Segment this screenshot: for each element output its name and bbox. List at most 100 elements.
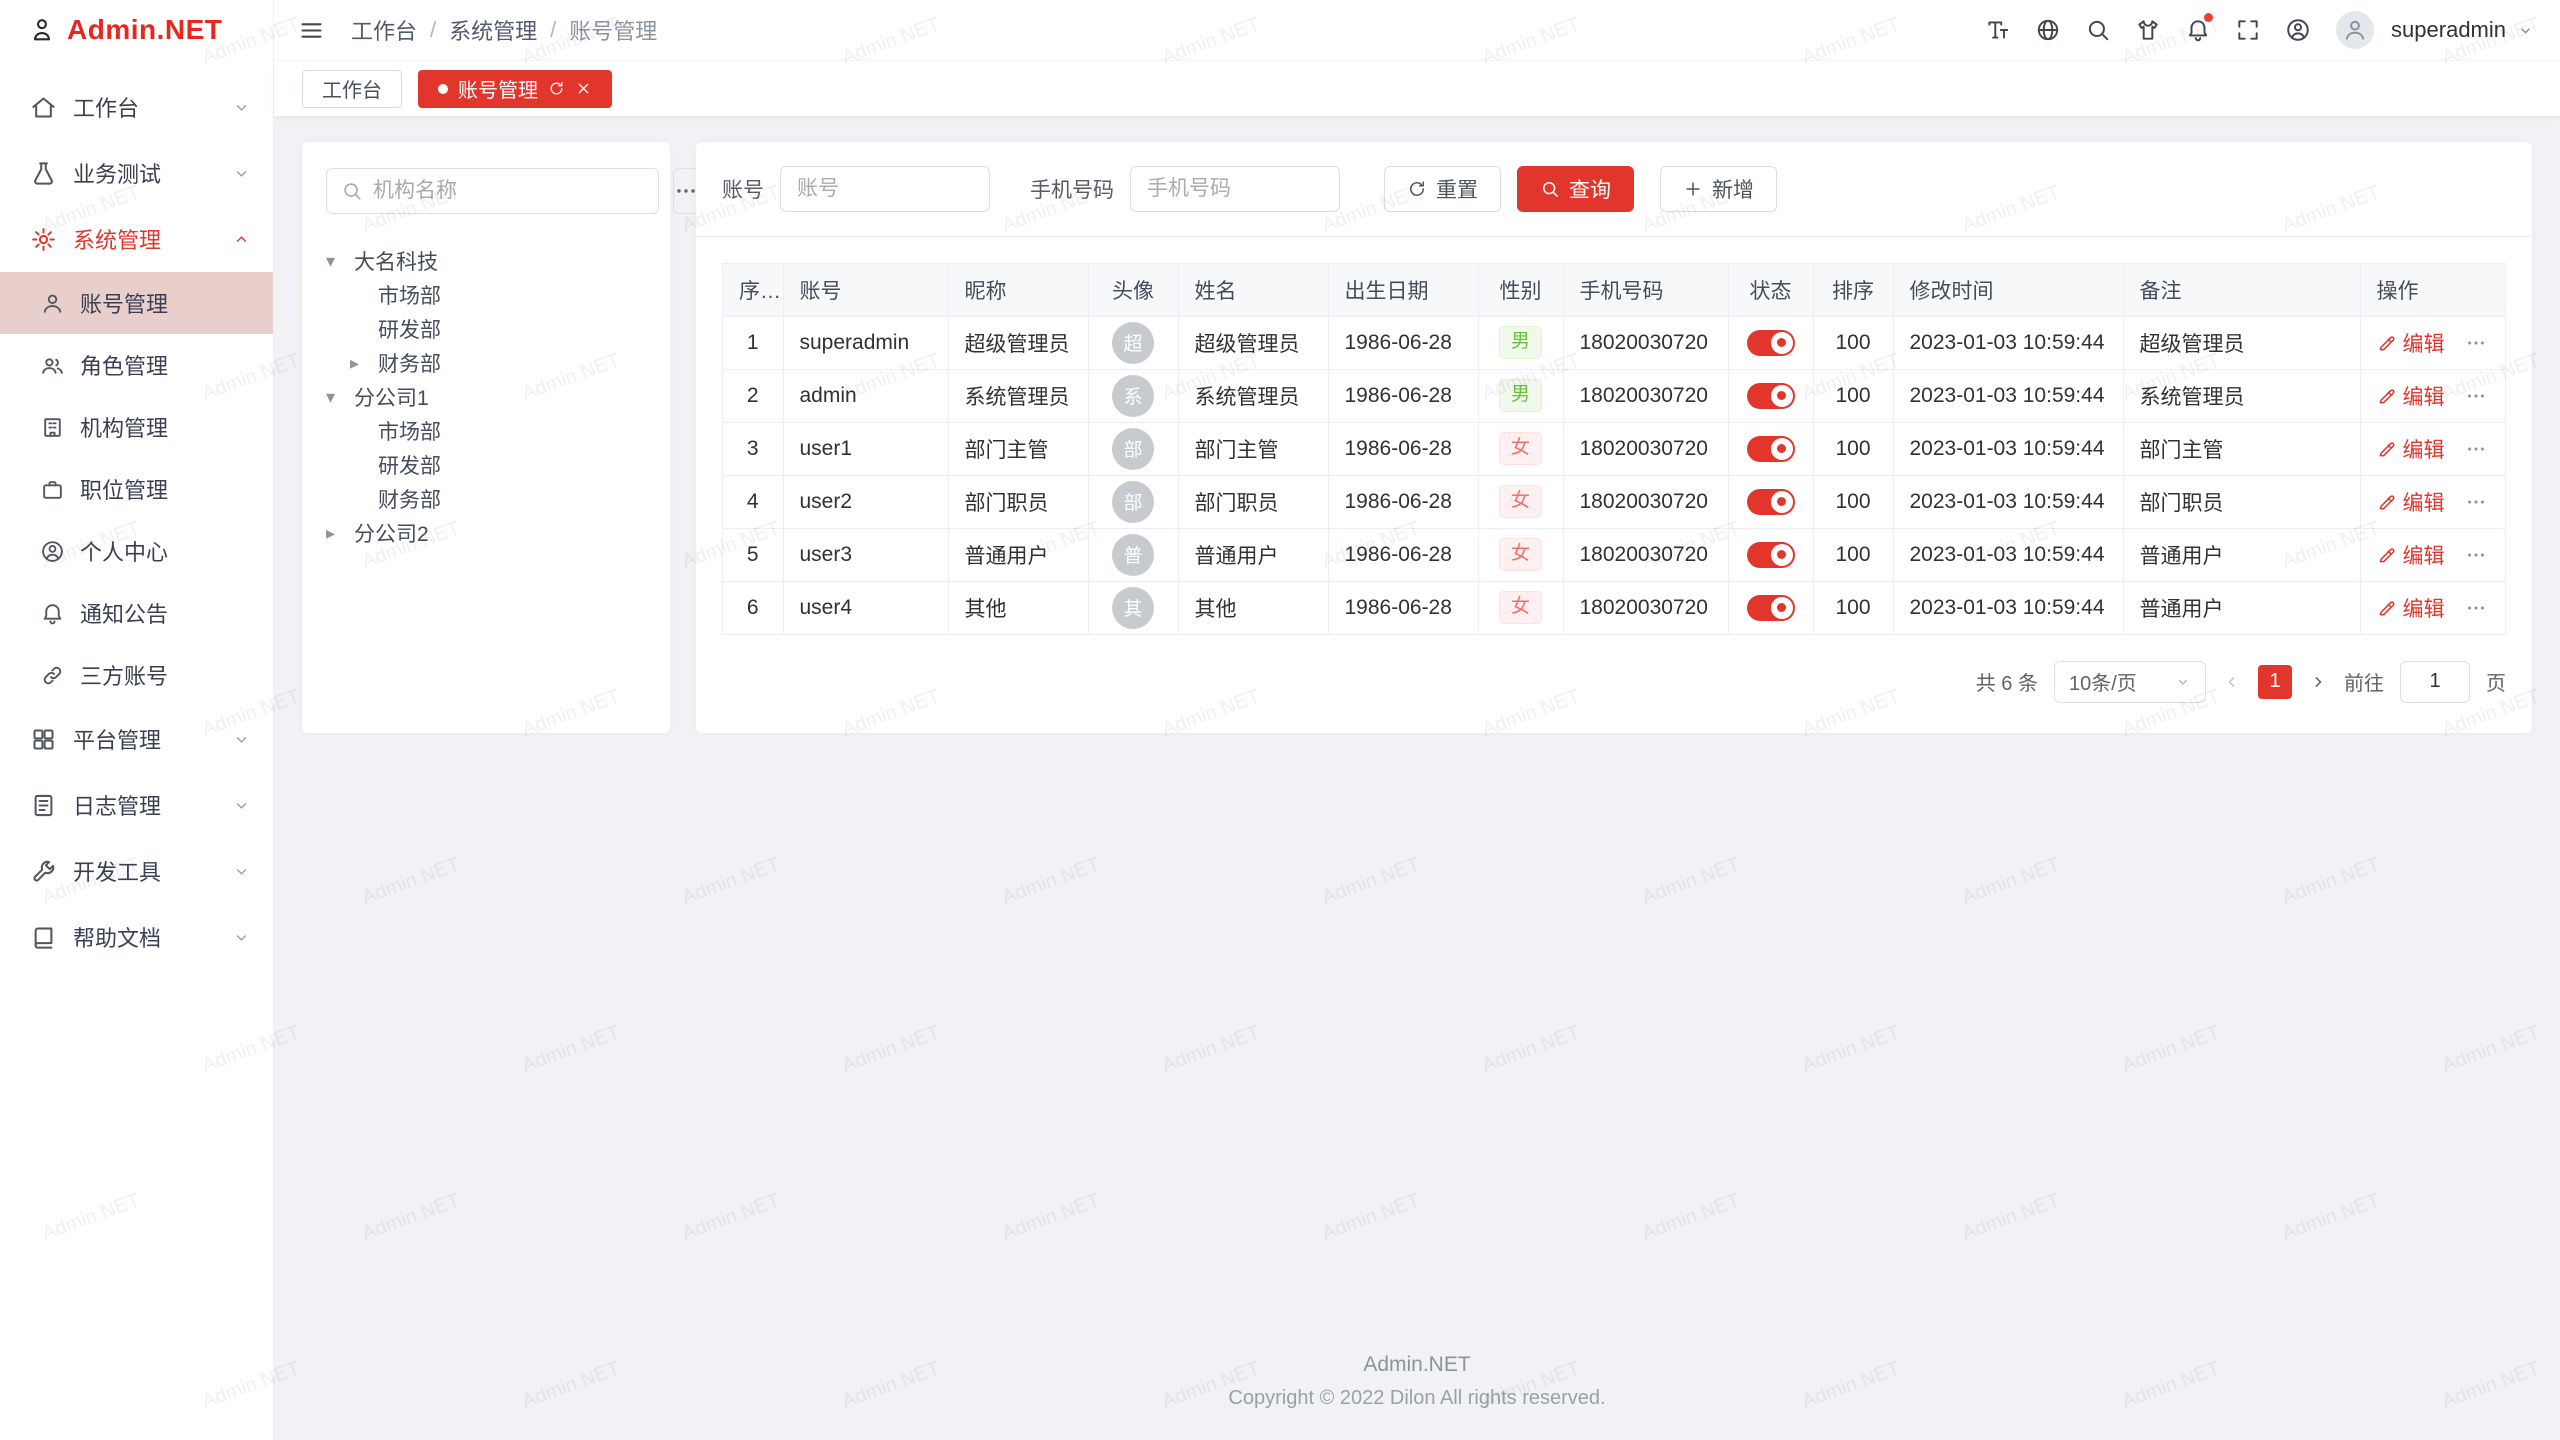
tree-node[interactable]: ▾大名科技 [326, 244, 646, 278]
cell-name: 部门职员 [1178, 475, 1328, 528]
cell-avatar: 部 [1088, 422, 1178, 475]
more-actions-button[interactable] [2465, 597, 2487, 619]
tree-node[interactable]: ▸分公司2 [326, 516, 646, 550]
sidebar-item-platform[interactable]: 平台管理 [0, 706, 273, 772]
more-actions-button[interactable] [2465, 438, 2487, 460]
theme-icon[interactable] [2126, 8, 2170, 52]
col-account: 账号 [783, 264, 948, 316]
sidebar-subitem-personal-center[interactable]: 个人中心 [0, 520, 273, 582]
row-avatar: 系 [1112, 375, 1154, 417]
sidebar-subitem-third-party-account[interactable]: 三方账号 [0, 644, 273, 706]
table-row: 3user1部门主管部部门主管1986-06-28女18020030720100… [723, 422, 2505, 475]
more-actions-button[interactable] [2465, 332, 2487, 354]
sidebar-item-help-docs[interactable]: 帮助文档 [0, 904, 273, 970]
edit-button-label: 编辑 [2403, 381, 2445, 411]
more-actions-button[interactable] [2465, 385, 2487, 407]
edit-button[interactable]: 编辑 [2377, 593, 2445, 623]
tree-node[interactable]: 研发部 [326, 448, 646, 482]
row-avatar: 普 [1112, 534, 1154, 576]
notification-icon[interactable] [2176, 8, 2220, 52]
cell-sort: 100 [1813, 316, 1893, 369]
cell-account: superadmin [783, 316, 948, 369]
cell-sort: 100 [1813, 581, 1893, 634]
status-toggle[interactable] [1747, 542, 1795, 568]
edit-button[interactable]: 编辑 [2377, 381, 2445, 411]
edit-button[interactable]: 编辑 [2377, 434, 2445, 464]
cell-avatar: 部 [1088, 475, 1178, 528]
breadcrumb-item-workbench[interactable]: 工作台 [351, 14, 417, 46]
doc-icon [30, 924, 57, 951]
tree-node[interactable]: 市场部 [326, 414, 646, 448]
org-search-input[interactable] [373, 179, 644, 203]
gender-badge: 女 [1499, 485, 1542, 518]
sidebar-item-business-test[interactable]: 业务测试 [0, 140, 273, 206]
font-size-icon[interactable] [1976, 8, 2020, 52]
search-icon [1540, 179, 1560, 199]
tree-node[interactable]: ▸财务部 [326, 346, 646, 380]
status-toggle[interactable] [1747, 595, 1795, 621]
sidebar-item-log[interactable]: 日志管理 [0, 772, 273, 838]
globe-icon[interactable] [2026, 8, 2070, 52]
edit-icon [2377, 545, 2397, 565]
status-toggle[interactable] [1747, 383, 1795, 409]
cell-status [1728, 528, 1813, 581]
search-button[interactable]: 查询 [1517, 166, 1634, 212]
phone-filter-input[interactable] [1130, 166, 1340, 212]
status-toggle[interactable] [1747, 330, 1795, 356]
goto-page-input[interactable] [2400, 661, 2470, 703]
breadcrumb-item-system[interactable]: 系统管理 [449, 14, 537, 46]
sidebar-subitem-role[interactable]: 角色管理 [0, 334, 273, 396]
col-phone: 手机号码 [1563, 264, 1728, 316]
tree-node[interactable]: 财务部 [326, 482, 646, 516]
profile-icon[interactable] [2276, 8, 2320, 52]
chevron-down-icon[interactable] [2517, 22, 2534, 39]
reset-button[interactable]: 重置 [1384, 166, 1501, 212]
edit-button-label: 编辑 [2403, 434, 2445, 464]
tree-node[interactable]: 研发部 [326, 312, 646, 346]
cell-name: 超级管理员 [1178, 316, 1328, 369]
add-button[interactable]: 新增 [1660, 166, 1777, 212]
sidebar-item-label: 系统管理 [73, 223, 232, 255]
next-page-button[interactable] [2308, 672, 2328, 692]
sidebar-subitem-account[interactable]: 账号管理 [0, 272, 273, 334]
sidebar-item-dev-tools[interactable]: 开发工具 [0, 838, 273, 904]
status-toggle[interactable] [1747, 436, 1795, 462]
search-icon[interactable] [2076, 8, 2120, 52]
more-actions-button[interactable] [2465, 544, 2487, 566]
sidebar-subitem-notice[interactable]: 通知公告 [0, 582, 273, 644]
refresh-tab-icon[interactable] [548, 80, 565, 97]
sidebar-item-workbench[interactable]: 工作台 [0, 74, 273, 140]
sidebar-subitem-org[interactable]: 机构管理 [0, 396, 273, 458]
sidebar-subitem-post[interactable]: 职位管理 [0, 458, 273, 520]
collapse-sidebar-icon[interactable] [298, 17, 325, 44]
page-size-select[interactable]: 10条/页 [2054, 661, 2206, 703]
edit-button-label: 编辑 [2403, 593, 2445, 623]
tree-caret-icon[interactable]: ▾ [326, 387, 354, 408]
username[interactable]: superadmin [2391, 17, 2506, 43]
more-actions-button[interactable] [2465, 491, 2487, 513]
tree-caret-icon[interactable]: ▸ [350, 353, 378, 374]
fullscreen-icon[interactable] [2226, 8, 2270, 52]
tree-node[interactable]: 市场部 [326, 278, 646, 312]
prev-page-button[interactable] [2222, 672, 2242, 692]
refresh-icon [1407, 179, 1427, 199]
account-filter-input[interactable] [780, 166, 990, 212]
sidebar-item-system-management[interactable]: 系统管理 [0, 206, 273, 272]
close-tab-icon[interactable] [575, 80, 592, 97]
edit-button[interactable]: 编辑 [2377, 487, 2445, 517]
chevron-down-icon [232, 928, 251, 947]
ellipsis-icon [674, 179, 698, 203]
tab-workbench[interactable]: 工作台 [302, 70, 402, 108]
tree-node[interactable]: ▾分公司1 [326, 380, 646, 414]
tree-caret-icon[interactable]: ▸ [326, 523, 354, 544]
toggle-knob [1771, 438, 1793, 460]
current-page-button[interactable]: 1 [2258, 665, 2292, 699]
edit-button[interactable]: 编辑 [2377, 328, 2445, 358]
tab-account-management[interactable]: 账号管理 [418, 70, 612, 108]
user-avatar[interactable] [2336, 11, 2374, 49]
tree-caret-icon[interactable]: ▾ [326, 251, 354, 272]
tree-node-label: 分公司1 [354, 382, 429, 412]
logo[interactable]: Admin.NET [0, 0, 273, 60]
status-toggle[interactable] [1747, 489, 1795, 515]
edit-button[interactable]: 编辑 [2377, 540, 2445, 570]
